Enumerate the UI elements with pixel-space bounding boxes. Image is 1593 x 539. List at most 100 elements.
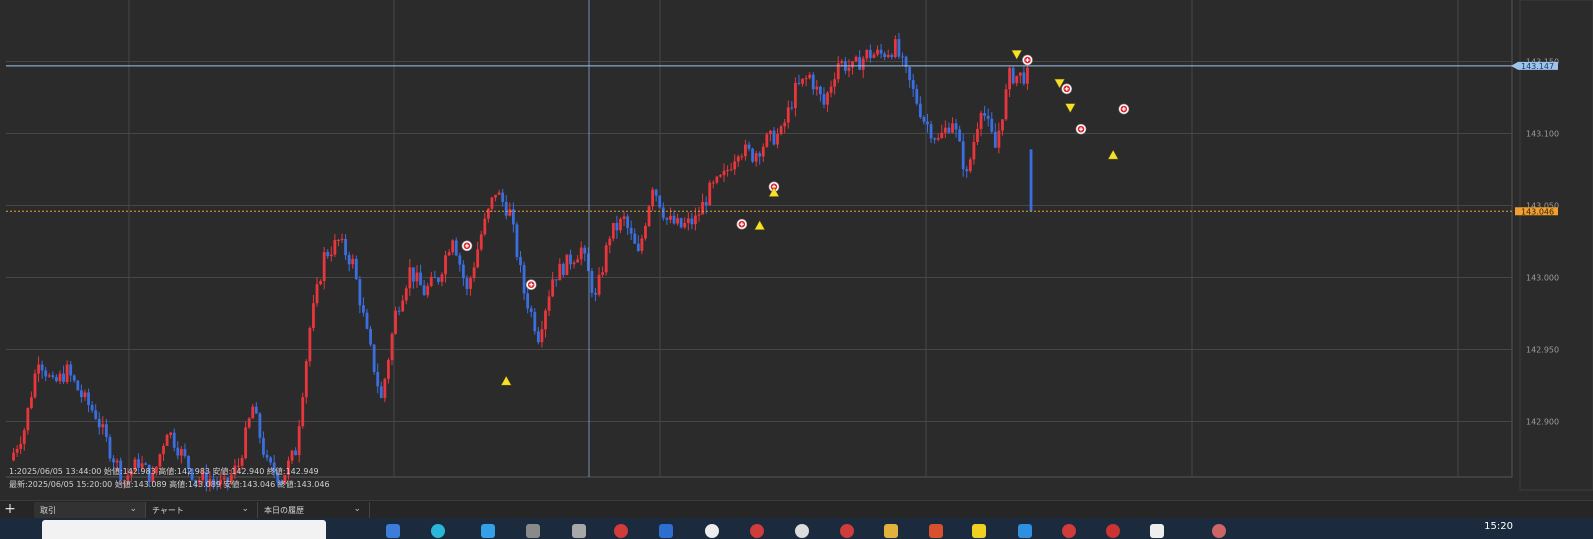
candle-body [340, 238, 344, 241]
app-icon[interactable] [750, 524, 764, 538]
candle-body [690, 218, 694, 225]
candle-body [1011, 67, 1015, 84]
candle-body [890, 54, 894, 58]
app-icon[interactable] [840, 524, 854, 538]
candle-body [783, 122, 787, 127]
candle-body [247, 418, 251, 428]
candle-body [943, 127, 947, 133]
candle-body [319, 281, 322, 285]
candle-body [76, 380, 80, 391]
candle-body [983, 113, 987, 116]
candle-body [786, 107, 790, 123]
candle-body [112, 458, 115, 463]
candle-body [354, 258, 358, 280]
candle-body [747, 144, 751, 149]
candle-body [861, 58, 865, 70]
app-icon[interactable] [929, 524, 943, 538]
price-scale-column [1519, 0, 1593, 491]
candle-body [1004, 89, 1008, 120]
taskbar-search-box[interactable] [42, 520, 326, 539]
app-icon[interactable] [705, 524, 719, 538]
candle-body [404, 288, 408, 301]
taskbar-clock: 15:20 [1484, 521, 1513, 532]
candle-body [55, 377, 58, 382]
candle-body [776, 133, 779, 145]
candle-body [115, 460, 119, 463]
app-icon[interactable] [614, 524, 628, 538]
chevron-down-icon[interactable]: ⌄ [241, 504, 249, 514]
candle-body [108, 437, 112, 459]
candle-body [826, 92, 829, 105]
candle-body [722, 170, 726, 176]
candle-body [172, 432, 176, 448]
app-icon[interactable] [386, 524, 400, 538]
app-icon[interactable] [1106, 524, 1120, 538]
candle-body [897, 39, 901, 57]
candle-body [144, 463, 148, 465]
candle-body [1026, 67, 1029, 84]
candle-body [262, 437, 265, 455]
candle-body [761, 146, 765, 157]
candle-body [683, 222, 687, 228]
candle-body [304, 361, 308, 398]
candle-body [633, 233, 637, 244]
tab-chart[interactable]: チャート ⌄ [146, 502, 258, 518]
candle-body [968, 159, 972, 172]
candle-body [711, 182, 715, 184]
candlestick-chart-svg[interactable]: 143.150143.100143.050143.000142.950142.9… [0, 0, 1593, 500]
candle-body [872, 54, 876, 58]
candle-body [704, 201, 708, 206]
app-icon[interactable] [526, 524, 540, 538]
hover-ohlc-info: 1:2025/06/05 13:44:00 始値:142.983 高値:142.… [9, 467, 319, 476]
latest-ohlc-info: 最新:2025/06/05 15:20:00 始値:143.089 高値:143… [9, 480, 330, 489]
app-icon[interactable] [1212, 524, 1226, 538]
folder-icon[interactable] [884, 524, 898, 538]
price-chart[interactable]: 143.150143.100143.050143.000142.950142.9… [0, 0, 1593, 500]
candle-body [44, 370, 48, 377]
candle-body [972, 141, 976, 160]
candle-body [569, 254, 572, 265]
candle-body [476, 249, 480, 268]
candle-body [62, 373, 65, 382]
candle-body [540, 329, 544, 343]
candle-body [822, 94, 826, 105]
app-icon[interactable] [795, 524, 809, 538]
candle-body [515, 224, 519, 257]
candle-body [583, 247, 587, 254]
candle-body [522, 265, 526, 294]
candle-body [526, 293, 530, 309]
app-icon[interactable] [1018, 524, 1032, 538]
app-icon[interactable] [659, 524, 673, 538]
app-icon[interactable] [1062, 524, 1076, 538]
app-icon[interactable] [1150, 524, 1164, 538]
candle-body [854, 56, 858, 62]
tab-today-history[interactable]: 本日の履歴 ⌄ [258, 502, 370, 518]
candle-body [976, 128, 979, 142]
candle-body [265, 454, 269, 458]
candle-body [479, 234, 483, 250]
candle-body [1018, 72, 1022, 76]
candle-body [536, 331, 540, 343]
candle-body [497, 192, 501, 195]
tab-trade[interactable]: 取引 ⌄ [34, 502, 146, 518]
bottom-tab-bar: + 取引 ⌄ チャート ⌄ 本日の履歴 ⌄ [0, 500, 1593, 519]
chevron-down-icon[interactable]: ⌄ [353, 504, 361, 514]
chevron-down-icon[interactable]: ⌄ [129, 504, 137, 514]
y-tick-label: 142.950 [1526, 346, 1559, 355]
last-price-label: 143.046 [1521, 207, 1554, 216]
candle-body [736, 156, 740, 162]
app-icon[interactable] [431, 524, 445, 538]
candle-body [551, 279, 555, 297]
app-icon[interactable] [481, 524, 495, 538]
add-tab-plus-icon[interactable]: + [2, 501, 18, 518]
candle-body [751, 148, 754, 162]
app-icon[interactable] [572, 524, 586, 538]
candle-body [326, 252, 330, 257]
app-icon[interactable] [972, 524, 986, 538]
candle-body [958, 129, 962, 142]
candle-body [665, 217, 669, 220]
candle-body [244, 427, 248, 459]
candle-body [179, 449, 183, 456]
candle-body [729, 169, 733, 171]
candle-body [804, 78, 808, 80]
